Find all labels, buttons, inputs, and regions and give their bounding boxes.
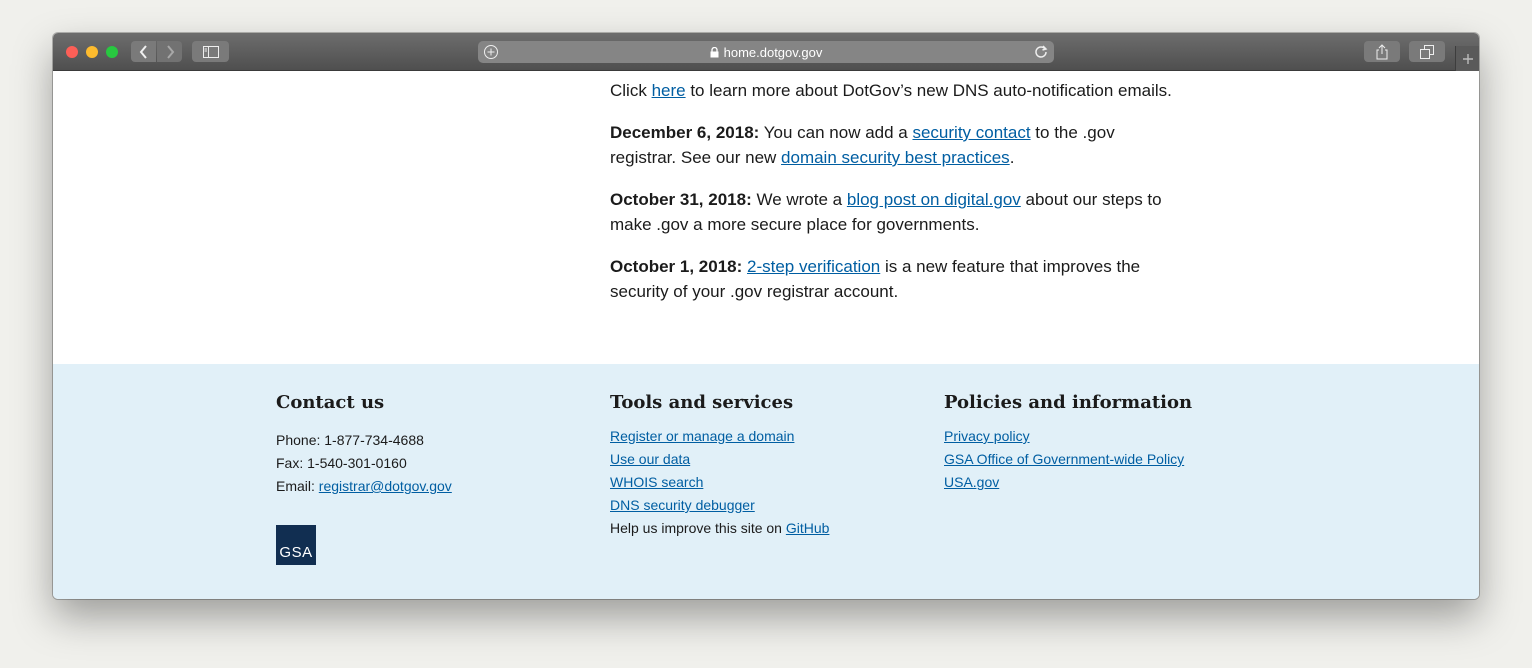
help-text: Help us improve this site on xyxy=(610,520,786,536)
gsa-logo[interactable]: GSA xyxy=(276,525,316,565)
address-bar-center: home.dotgov.gov xyxy=(478,41,1054,63)
reload-icon[interactable] xyxy=(1034,45,1048,59)
news-text: You can now add a xyxy=(759,123,913,142)
tabs-overview-icon xyxy=(1420,44,1434,59)
minimize-window-button[interactable] xyxy=(86,46,98,58)
sidebar-icon xyxy=(202,45,219,58)
gsa-logo-text: GSA xyxy=(279,544,313,561)
contact-email-link[interactable]: registrar@dotgov.gov xyxy=(319,478,452,494)
tools-heading: Tools and services xyxy=(610,392,794,413)
privacy-policy-link[interactable]: Privacy policy xyxy=(944,428,1030,444)
two-step-verification-link[interactable]: 2-step verification xyxy=(747,257,880,276)
news-item: December 6, 2018: You can now add a secu… xyxy=(610,120,1180,170)
register-domain-link[interactable]: Register or manage a domain xyxy=(610,428,794,444)
site-footer: Contact us Phone: 1-877-734-4688 Fax: 1-… xyxy=(53,364,1479,599)
github-link[interactable]: GitHub xyxy=(786,520,830,536)
contact-email-label: Email: xyxy=(276,478,319,494)
contact-phone: Phone: 1-877-734-4688 xyxy=(276,432,424,448)
back-button[interactable] xyxy=(131,41,156,62)
domain-security-best-practices-link[interactable]: domain security best practices xyxy=(781,148,1010,167)
news-intro: Click here to learn more about DotGov’s … xyxy=(610,78,1180,103)
page-content: Click here to learn more about DotGov’s … xyxy=(53,71,1479,364)
plus-icon xyxy=(1462,53,1473,64)
contact-fax: Fax: 1-540-301-0160 xyxy=(276,455,407,471)
news-intro-text: Click xyxy=(610,81,652,100)
sidebar-toggle-button[interactable] xyxy=(192,41,229,62)
close-window-button[interactable] xyxy=(66,46,78,58)
usa-gov-link[interactable]: USA.gov xyxy=(944,474,999,490)
tools-column: Tools and services Register or manage a … xyxy=(610,390,829,540)
news-text: We wrote a xyxy=(751,190,847,209)
footer-link-item: DNS security debugger xyxy=(610,494,829,517)
chevron-left-icon xyxy=(139,44,147,59)
news-item: October 31, 2018: We wrote a blog post o… xyxy=(610,187,1180,237)
share-icon xyxy=(1376,43,1388,59)
lock-icon xyxy=(710,46,719,57)
address-bar[interactable]: home.dotgov.gov xyxy=(478,41,1054,63)
zoom-window-button[interactable] xyxy=(106,46,118,58)
footer-link-item: Privacy policy xyxy=(944,425,1192,448)
share-button[interactable] xyxy=(1364,41,1400,62)
browser-toolbar: home.dotgov.gov xyxy=(53,33,1479,71)
url-text[interactable]: home.dotgov.gov xyxy=(724,45,823,60)
footer-link-item: WHOIS search xyxy=(610,471,829,494)
new-tab-button[interactable] xyxy=(1455,46,1479,71)
news-item: October 1, 2018: 2-step verification is … xyxy=(610,254,1180,304)
news-text: . xyxy=(1009,148,1015,167)
news-date: October 31, 2018: xyxy=(610,190,752,209)
dns-security-debugger-link[interactable]: DNS security debugger xyxy=(610,497,755,513)
github-row: Help us improve this site on GitHub xyxy=(610,517,829,540)
news-intro-text-after: to learn more about DotGov’s new DNS aut… xyxy=(685,81,1172,100)
whois-search-link[interactable]: WHOIS search xyxy=(610,474,703,490)
policies-column: Policies and information Privacy policy … xyxy=(944,390,1192,494)
chevron-right-icon xyxy=(166,44,174,59)
use-our-data-link[interactable]: Use our data xyxy=(610,451,690,467)
blog-post-link[interactable]: blog post on digital.gov xyxy=(847,190,1021,209)
show-tabs-button[interactable] xyxy=(1409,41,1445,62)
security-contact-link[interactable]: security contact xyxy=(912,123,1030,142)
browser-window: home.dotgov.gov Click here to learn more… xyxy=(53,33,1479,599)
forward-button[interactable] xyxy=(157,41,182,62)
policies-heading: Policies and information xyxy=(944,392,1193,413)
footer-link-item: GSA Office of Government-wide Policy xyxy=(944,448,1192,471)
news-section: Click here to learn more about DotGov’s … xyxy=(610,71,1180,321)
contact-heading: Contact us xyxy=(276,392,385,413)
footer-link-item: Register or manage a domain xyxy=(610,425,829,448)
gsa-policy-office-link[interactable]: GSA Office of Government-wide Policy xyxy=(944,451,1184,467)
contact-column: Contact us Phone: 1-877-734-4688 Fax: 1-… xyxy=(276,390,452,498)
news-date: October 1, 2018: xyxy=(610,257,743,276)
news-date: December 6, 2018: xyxy=(610,123,760,142)
footer-link-item: USA.gov xyxy=(944,471,1192,494)
here-link[interactable]: here xyxy=(652,81,686,100)
footer-link-item: Use our data xyxy=(610,448,829,471)
contact-email-row: Email: registrar@dotgov.gov xyxy=(276,475,452,498)
